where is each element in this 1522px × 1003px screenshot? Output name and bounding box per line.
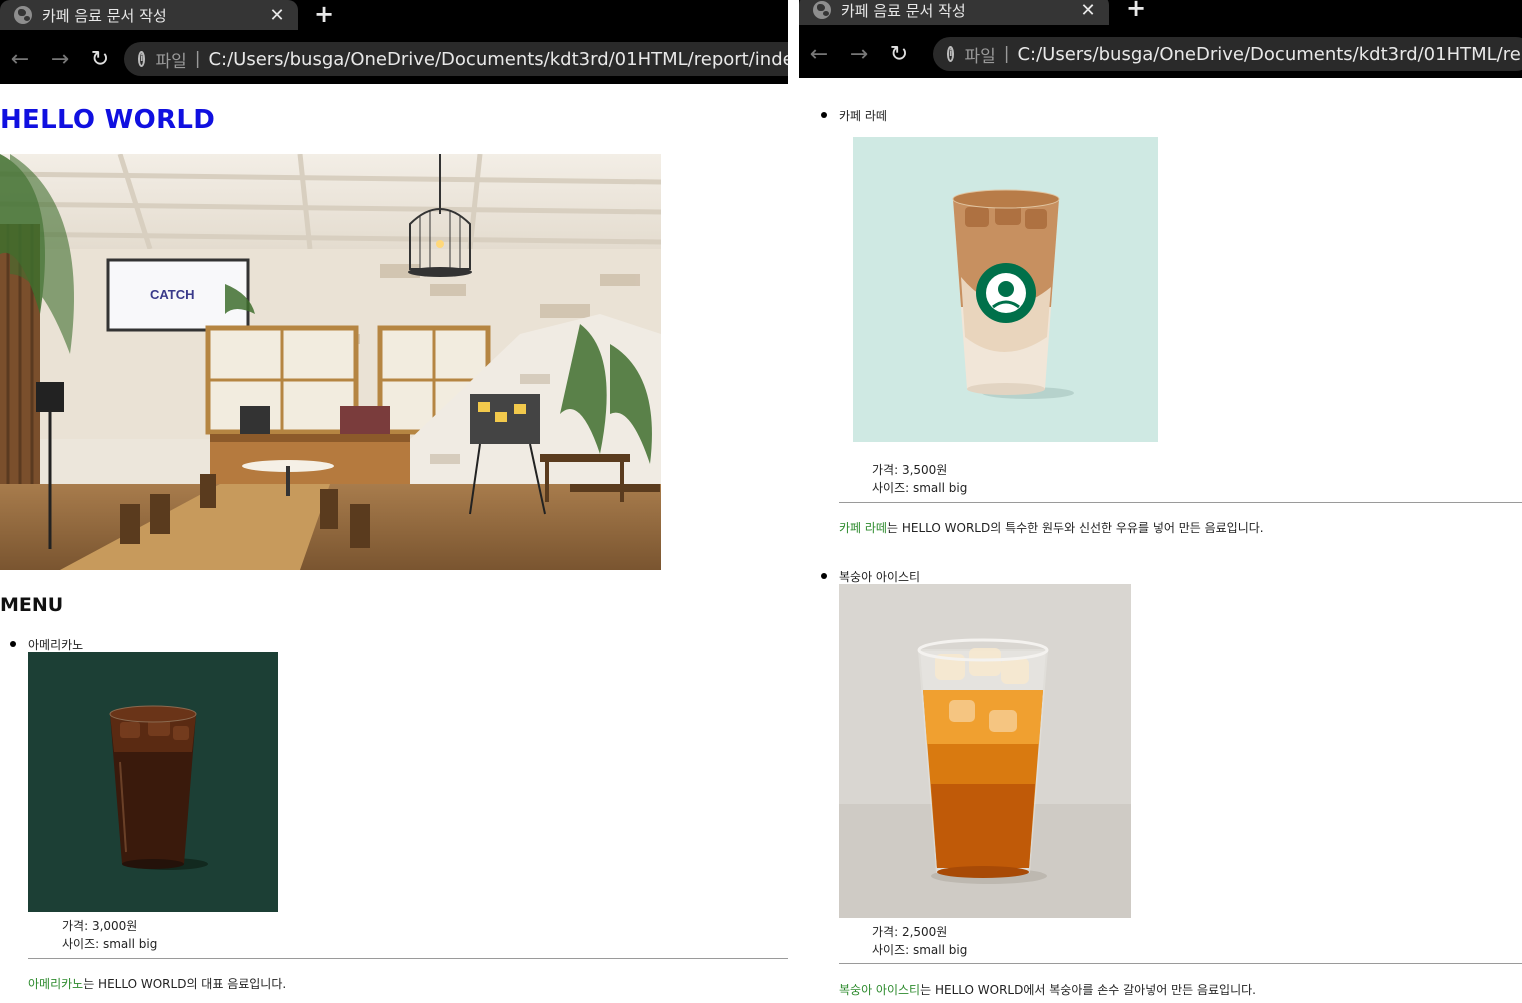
size-americano: 사이즈: small big [62, 937, 158, 951]
desc-highlight: 카페 라떼 [839, 521, 887, 535]
globe-icon [813, 1, 831, 19]
desc-highlight: 아메리카노 [28, 977, 84, 991]
desc-peach-tea: 복숭아 아이스티는 HELLO WORLD에서 복숭아를 손수 갈아넣어 만든 … [839, 981, 1256, 998]
separator: | [194, 49, 201, 69]
tab-title: 카페 음료 문서 작성 [841, 1, 966, 20]
menu-heading: MENU [0, 594, 64, 616]
address-bar[interactable]: i 파일 | C:/Users/busga/OneDrive/Documents… [124, 42, 788, 76]
desc-americano: 아메리카노는 HELLO WORLD의 대표 음료입니다. [28, 975, 286, 992]
cafe-interior-image: CATCH [0, 154, 661, 570]
url-text[interactable]: C:/Users/busga/OneDrive/Documents/kdt3rd… [1017, 44, 1522, 65]
divider [839, 502, 1522, 503]
back-icon[interactable]: ← [0, 47, 40, 72]
window-gap [788, 0, 799, 1003]
browser-chrome: 카페 음료 문서 작성 ✕ + ← → ↻ i 파일 | C:/Users/bu… [0, 0, 788, 84]
americano-image [28, 652, 278, 912]
page-content: 카페 라떼 가격: 3,500원 사이즈: small big 카페 라떼는 H… [799, 78, 1522, 1003]
price-peach-tea: 가격: 2,500원 [872, 925, 948, 939]
divider [28, 958, 788, 959]
reload-icon[interactable]: ↻ [80, 47, 120, 72]
price-americano: 가격: 3,000원 [62, 919, 138, 933]
globe-icon [14, 6, 32, 24]
tv-logo: CATCH [150, 287, 195, 302]
forward-icon[interactable]: → [40, 47, 80, 72]
price-latte: 가격: 3,500원 [872, 463, 948, 477]
browser-tab[interactable]: 카페 음료 문서 작성 ✕ [799, 0, 1109, 25]
size-peach-tea: 사이즈: small big [872, 943, 968, 957]
browser-toolbar: ← → ↻ i 파일 | C:/Users/busga/OneDrive/Doc… [799, 29, 1522, 79]
url-text[interactable]: C:/Users/busga/OneDrive/Documents/kdt3rd… [208, 49, 788, 70]
desc-text: 는 HELLO WORLD의 대표 음료입니다. [83, 977, 287, 991]
reload-icon[interactable]: ↻ [879, 42, 919, 67]
browser-chrome: 카페 음료 문서 작성 ✕ + ← → ↻ i 파일 | C:/Users/bu… [799, 0, 1522, 78]
info-icon[interactable]: i [947, 46, 955, 62]
separator: | [1003, 44, 1010, 64]
scheme-label: 파일 [964, 46, 996, 67]
latte-image [853, 137, 1158, 442]
info-icon[interactable]: i [138, 51, 146, 67]
back-icon[interactable]: ← [799, 42, 839, 67]
list-bullet [821, 573, 827, 579]
close-tab-icon[interactable]: ✕ [1079, 0, 1097, 21]
page-title: HELLO WORLD [0, 105, 216, 135]
list-bullet [821, 112, 827, 118]
item-name-latte: 카페 라떼 [839, 109, 887, 123]
new-tab-button[interactable]: + [314, 0, 334, 28]
item-name-americano: 아메리카노 [28, 638, 84, 652]
browser-tab[interactable]: 카페 음료 문서 작성 ✕ [0, 0, 298, 30]
desc-text: 는 HELLO WORLD에서 복숭아를 손수 갈아넣어 만든 음료입니다. [920, 983, 1256, 997]
peach-iced-tea-image [839, 584, 1131, 918]
browser-window-right: 카페 음료 문서 작성 ✕ + ← → ↻ i 파일 | C:/Users/bu… [799, 0, 1522, 1003]
page-content: HELLO WORLD CATCH MENU 아메리카노 가격: 3,000원 … [0, 84, 788, 1003]
size-latte: 사이즈: small big [872, 481, 968, 495]
browser-window-left: 카페 음료 문서 작성 ✕ + ← → ↻ i 파일 | C:/Users/bu… [0, 0, 788, 1003]
new-tab-button[interactable]: + [1126, 0, 1146, 22]
divider [839, 963, 1522, 964]
list-bullet [10, 641, 16, 647]
scheme-label: 파일 [155, 51, 187, 72]
tab-title: 카페 음료 문서 작성 [42, 6, 167, 25]
forward-icon[interactable]: → [839, 42, 879, 67]
item-name-peach-tea: 복숭아 아이스티 [839, 570, 921, 584]
desc-latte: 카페 라떼는 HELLO WORLD의 특수한 원두와 신선한 우유를 넣어 만… [839, 519, 1264, 536]
browser-toolbar: ← → ↻ i 파일 | C:/Users/busga/OneDrive/Doc… [0, 34, 788, 84]
desc-text: 는 HELLO WORLD의 특수한 원두와 신선한 우유를 넣어 만든 음료입… [886, 521, 1264, 535]
desc-highlight: 복숭아 아이스티 [839, 983, 921, 997]
close-tab-icon[interactable]: ✕ [268, 5, 286, 26]
address-bar[interactable]: i 파일 | C:/Users/busga/OneDrive/Documents… [933, 37, 1522, 71]
